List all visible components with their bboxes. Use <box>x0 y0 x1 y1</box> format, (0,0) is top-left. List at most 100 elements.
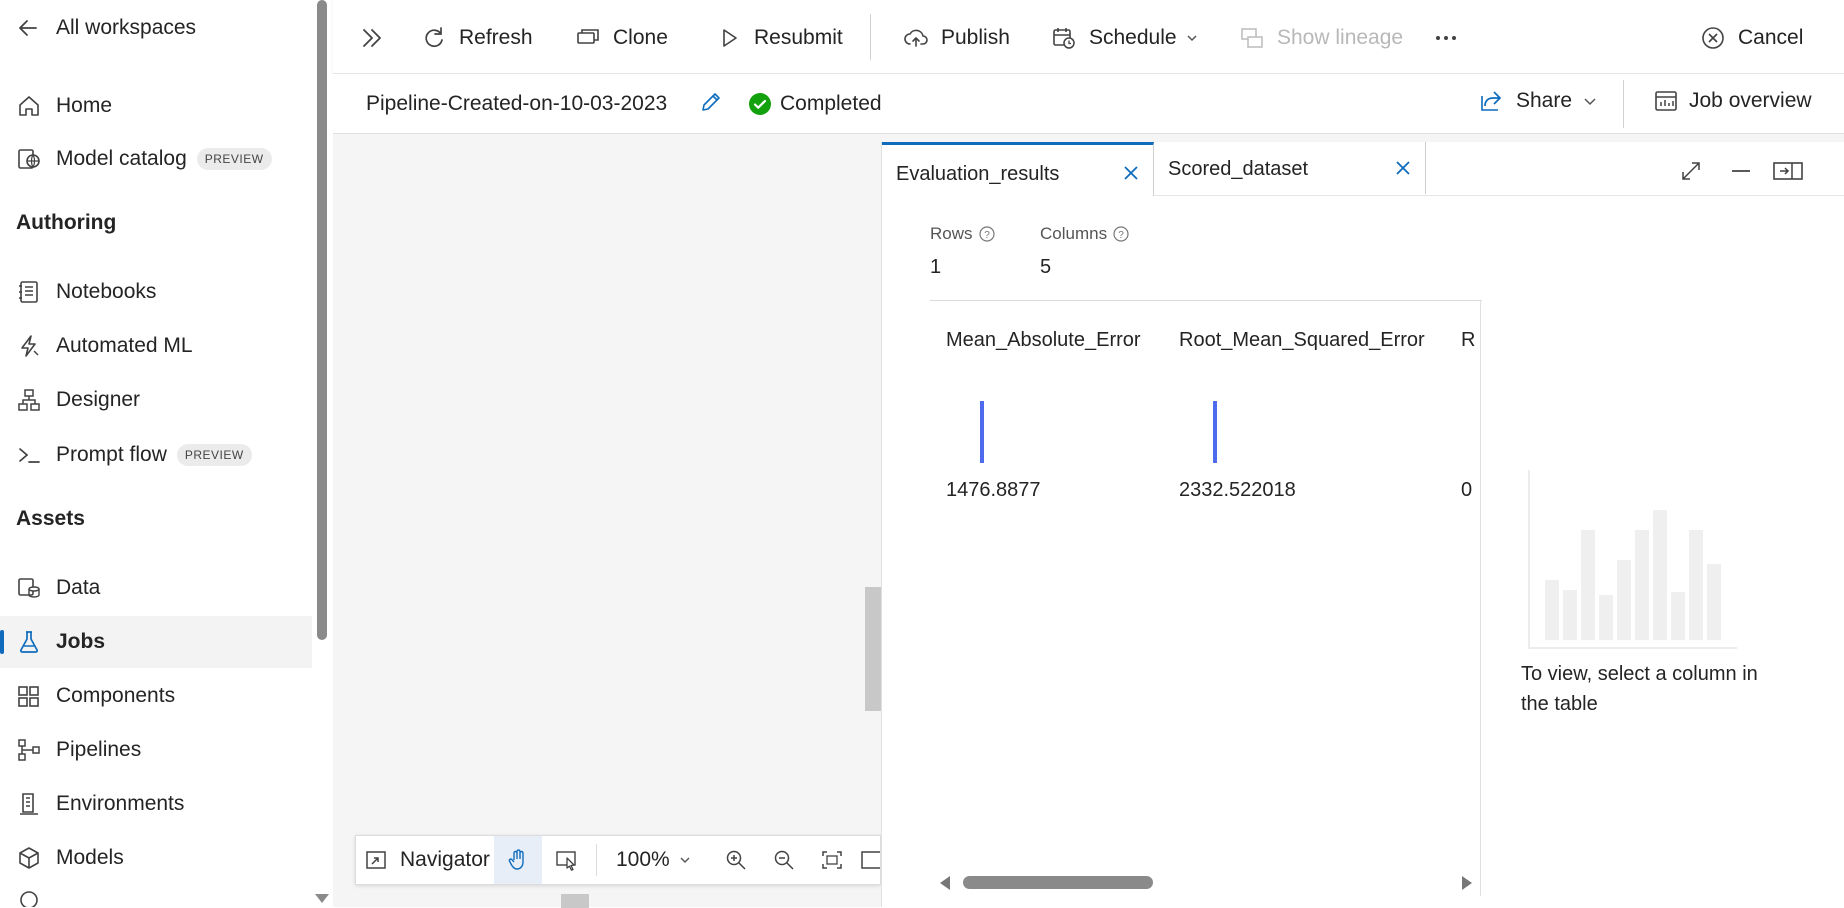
sidebar-item-environments[interactable]: Environments <box>0 778 312 830</box>
clone-button[interactable]: Clone <box>575 18 668 58</box>
scroll-right-arrow-icon[interactable] <box>1462 876 1472 890</box>
more-actions-button[interactable] <box>1433 18 1459 58</box>
column-header[interactable]: R <box>1461 329 1475 352</box>
hand-icon <box>508 849 524 870</box>
job-overview-icon <box>1655 91 1677 111</box>
double-chevron-right-icon <box>363 29 381 47</box>
navigator-label: Navigator <box>400 848 490 871</box>
help-icon[interactable]: ? <box>1113 226 1129 242</box>
calendar-clock-icon <box>1053 28 1075 49</box>
sidebar-item-models[interactable]: Models <box>0 832 312 884</box>
pipeline-canvas[interactable] <box>333 135 881 908</box>
sidebar-item-label: Models <box>56 846 124 869</box>
zoom-out-icon <box>774 850 794 870</box>
rows-label: Rows ? <box>930 224 995 244</box>
preview-badge: PREVIEW <box>176 444 252 467</box>
sidebar-item-data[interactable]: Data <box>0 562 312 614</box>
pan-tool-button[interactable] <box>494 836 542 884</box>
navigator-toggle[interactable]: Navigator <box>364 836 490 884</box>
canvas-horizontal-scrollbar[interactable] <box>561 894 589 908</box>
minimize-icon[interactable] <box>1728 158 1754 184</box>
job-overview-button[interactable]: Job overview <box>1653 88 1812 114</box>
help-icon[interactable]: ? <box>978 226 995 242</box>
show-lineage-button[interactable]: Show lineage <box>1239 18 1403 58</box>
cancel-button[interactable]: Cancel <box>1700 18 1803 58</box>
zoom-level-dropdown[interactable]: 100% <box>616 836 692 884</box>
all-workspaces-link[interactable]: All workspaces <box>0 2 312 54</box>
scroll-down-arrow-icon[interactable] <box>315 894 329 903</box>
close-icon[interactable] <box>1393 158 1413 178</box>
main-area: Refresh Clone Resubmit Publish Schedule … <box>333 0 1844 908</box>
flash-icon <box>16 333 42 359</box>
expand-icon[interactable] <box>1678 158 1704 184</box>
sidebar-item-label: Jobs <box>56 630 106 653</box>
column-header[interactable]: Root_Mean_Squared_Error <box>1179 329 1425 352</box>
column-header[interactable]: Mean_Absolute_Error <box>946 329 1141 352</box>
close-icon[interactable] <box>1121 163 1141 183</box>
table-cell: 1476.8877 <box>946 479 1041 501</box>
sidebar-item-prompt-flow[interactable]: Prompt flow PREVIEW <box>0 429 312 481</box>
scroll-left-arrow-icon[interactable] <box>940 876 950 890</box>
tab-evaluation-results[interactable]: Evaluation_results <box>882 142 1154 196</box>
refresh-button[interactable]: Refresh <box>421 18 533 58</box>
dock-panel-icon[interactable] <box>1772 158 1804 184</box>
output-tabs: Evaluation_results Scored_dataset <box>882 142 1844 196</box>
actual-size-button[interactable] <box>860 836 880 884</box>
terminal-icon <box>16 442 42 468</box>
svg-text:?: ? <box>984 230 990 241</box>
share-dropdown[interactable]: Share <box>1478 88 1598 114</box>
sidebar-item-notebooks[interactable]: Notebooks <box>0 266 312 318</box>
resubmit-button[interactable]: Resubmit <box>716 18 843 58</box>
refresh-icon <box>425 27 443 48</box>
publish-label: Publish <box>941 26 1010 49</box>
sidebar-scrollbar[interactable] <box>315 0 329 907</box>
schedule-dropdown[interactable]: Schedule <box>1051 18 1199 58</box>
cube-icon <box>16 845 42 871</box>
back-arrow-icon <box>16 15 42 41</box>
sidebar-item-model-catalog[interactable]: Model catalog PREVIEW <box>0 133 312 185</box>
navigator-divider <box>596 844 597 876</box>
publish-button[interactable]: Publish <box>903 18 1010 58</box>
share-icon <box>1481 91 1501 111</box>
tab-scored-dataset[interactable]: Scored_dataset <box>1154 142 1426 194</box>
sidebar-scroll-thumb[interactable] <box>317 0 327 640</box>
pencil-icon <box>702 93 720 111</box>
sidebar-item-partial[interactable] <box>0 886 312 907</box>
home-icon <box>16 93 42 119</box>
expand-button[interactable] <box>359 18 397 58</box>
table-cell: 0 <box>1461 479 1473 501</box>
sidebar-item-designer[interactable]: Designer <box>0 374 312 426</box>
sidebar-item-label: Prompt flow <box>56 443 167 466</box>
sidebar-item-components[interactable]: Components <box>0 670 312 722</box>
empty-histogram-illustration <box>1528 470 1737 649</box>
columns-value: 5 <box>1040 256 1052 278</box>
sidebar-item-home[interactable]: Home <box>0 80 312 132</box>
resubmit-label: Resubmit <box>754 26 843 49</box>
select-tool-button[interactable] <box>544 836 590 884</box>
table-horizontal-scrollbar[interactable] <box>930 870 1482 894</box>
cancel-circle-icon <box>1702 27 1724 49</box>
chevron-down-icon <box>1187 35 1197 42</box>
sidebar-item-pipelines[interactable]: Pipelines <box>0 724 312 776</box>
play-icon <box>723 29 737 47</box>
sidebar-item-automated-ml[interactable]: Automated ML <box>0 320 312 372</box>
job-toolbar: Refresh Clone Resubmit Publish Schedule … <box>333 0 1844 74</box>
share-label: Share <box>1516 89 1573 112</box>
table-scroll-thumb[interactable] <box>963 876 1153 889</box>
edit-title-button[interactable] <box>699 90 723 114</box>
cloud-upload-icon <box>904 29 928 47</box>
preview-badge: PREVIEW <box>196 148 272 171</box>
zoom-out-button[interactable] <box>764 836 804 884</box>
rows-label-text: Rows <box>930 224 973 243</box>
canvas-vertical-scrollbar[interactable] <box>865 587 881 711</box>
sidebar-item-jobs[interactable]: Jobs <box>0 616 312 668</box>
fit-to-screen-button[interactable] <box>812 836 852 884</box>
sidebar-item-label: Data <box>56 576 101 599</box>
fit-screen-icon <box>822 851 842 869</box>
branch-icon <box>16 737 42 763</box>
columns-label: Columns ? <box>1040 224 1129 244</box>
zoom-in-icon <box>726 850 746 870</box>
job-overview-label: Job overview <box>1689 89 1812 112</box>
mini-histogram-bar <box>1213 401 1217 463</box>
zoom-in-button[interactable] <box>716 836 756 884</box>
